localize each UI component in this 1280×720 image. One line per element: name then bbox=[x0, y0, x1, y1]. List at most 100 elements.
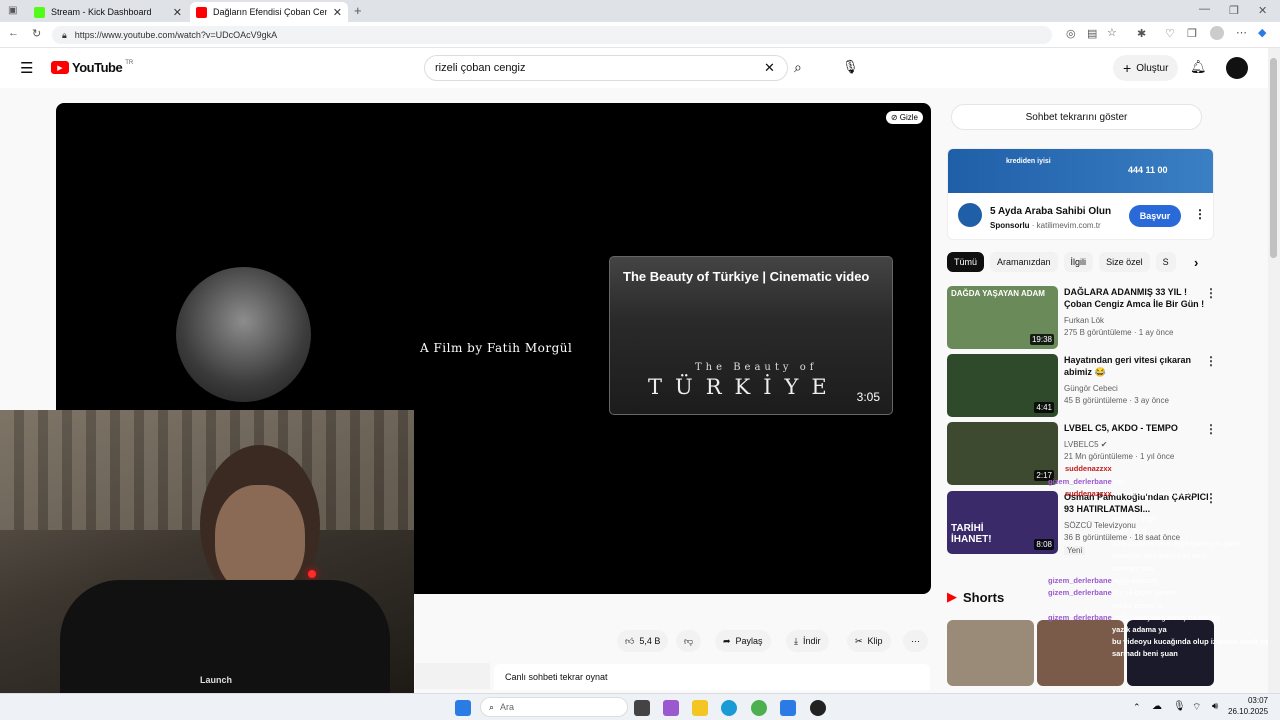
live-chat-replay-bar[interactable]: Canlı sohbeti tekrar oynat bbox=[494, 664, 930, 690]
chip-from-search[interactable]: Aramanızdan bbox=[990, 252, 1058, 272]
shorts-logo-icon: ▶ bbox=[947, 589, 957, 604]
like-button[interactable]: 👍︎ 5,4 B bbox=[617, 630, 669, 652]
related-video-item[interactable]: 4:41 Hayatından geri vitesi çıkaran abim… bbox=[947, 354, 1217, 418]
favorite-star-icon[interactable]: ☆ bbox=[1107, 26, 1117, 39]
extensions-puzzle-icon[interactable]: ✱ bbox=[1137, 27, 1146, 40]
end-card-subtitle: The Beauty of bbox=[695, 362, 818, 373]
browser-tab-bar: ▣ Stream - Kick Dashboard ✕ Dağların Efe… bbox=[0, 0, 1280, 22]
page-scrollbar[interactable] bbox=[1268, 48, 1280, 693]
clip-button[interactable]: ✂ Klip bbox=[847, 630, 891, 652]
chat-user: suddenazzxx bbox=[1065, 464, 1112, 473]
video-thumbnail[interactable]: 2:17 bbox=[947, 422, 1058, 485]
minimize-button[interactable]: — bbox=[1199, 3, 1210, 15]
back-icon[interactable]: ← bbox=[8, 27, 19, 39]
hide-endcard-button[interactable]: ⊘ Gizle bbox=[885, 111, 923, 124]
lock-icon: 🔒︎ bbox=[62, 29, 67, 40]
chat-user: gizem_derlerbane bbox=[1048, 576, 1112, 585]
share-button[interactable]: ➦ Paylaş bbox=[715, 630, 771, 652]
profile-avatar-icon[interactable] bbox=[1210, 26, 1224, 40]
notifications-bell-icon[interactable]: 🔔︎ bbox=[1190, 59, 1207, 75]
taskbar-search[interactable]: ⌕ Ara bbox=[480, 697, 628, 717]
ad-banner-image[interactable]: krediden iyisi 444 11 00 bbox=[948, 149, 1213, 193]
short-thumbnail[interactable] bbox=[947, 620, 1034, 686]
tab-youtube-video[interactable]: Dağların Efendisi Çoban Cengiz ✕ bbox=[190, 2, 348, 22]
app-icon[interactable] bbox=[751, 700, 767, 716]
copilot-icon[interactable]: ◆ bbox=[1258, 26, 1266, 39]
search-icon[interactable]: ⌕ bbox=[794, 59, 802, 76]
chip-all[interactable]: Tümü bbox=[947, 252, 985, 272]
youtube-play-logo-icon: ▶ bbox=[51, 61, 69, 74]
collections-icon[interactable]: ❐ bbox=[1187, 27, 1197, 40]
show-chat-replay-button[interactable]: Sohbet tekrarını göster bbox=[951, 104, 1202, 130]
create-button[interactable]: + Oluştur bbox=[1113, 55, 1179, 81]
chat-user: gizem_derlerbane bbox=[1048, 588, 1112, 597]
network-icon[interactable]: ☁︎ bbox=[1152, 701, 1162, 712]
clock[interactable]: 03:07 26.10.2025 bbox=[1228, 695, 1268, 717]
chips-next-chevron-icon[interactable]: › bbox=[1194, 255, 1198, 270]
video-menu-icon[interactable]: ⋮ bbox=[1205, 422, 1217, 436]
tab-actions-icon[interactable]: ▣ bbox=[8, 5, 17, 16]
edge-browser-icon[interactable] bbox=[721, 700, 737, 716]
channel-name[interactable]: Furkan Lök bbox=[1064, 316, 1104, 325]
video-title[interactable]: LVBEL C5, AKDO - TEMPO bbox=[1064, 422, 1209, 434]
hamburger-menu-icon[interactable]: ☰ bbox=[20, 59, 33, 77]
microphone-tray-icon[interactable]: 🎙︎ bbox=[1173, 701, 1186, 712]
clear-search-icon[interactable]: ✕ bbox=[764, 60, 775, 76]
start-button-icon[interactable] bbox=[455, 700, 471, 716]
streamer-face bbox=[215, 485, 305, 595]
scrollbar-thumb[interactable] bbox=[1270, 58, 1277, 258]
maximize-button[interactable]: ❐ bbox=[1229, 4, 1239, 17]
chat-line: gizem_derlerbane ayyy korkunç bbox=[1048, 576, 1158, 585]
end-screen-video-card[interactable]: The Beauty of Türkiye | Cinematic video … bbox=[609, 256, 893, 415]
headset-led bbox=[308, 570, 316, 578]
url-field[interactable]: 🔒︎ https://www.youtube.com/watch?v=UDcOA… bbox=[52, 26, 1052, 44]
volume-icon[interactable]: 🔊︎ bbox=[1212, 701, 1218, 712]
obs-icon[interactable] bbox=[810, 700, 826, 716]
task-view-icon[interactable] bbox=[634, 700, 650, 716]
video-thumbnail[interactable]: 4:41 bbox=[947, 354, 1058, 417]
chip-for-you[interactable]: Size özel bbox=[1099, 252, 1150, 272]
copilot-app-icon[interactable] bbox=[663, 700, 679, 716]
youtube-logo[interactable]: ▶ YouTube TR bbox=[51, 60, 133, 75]
store-icon[interactable] bbox=[780, 700, 796, 716]
sponsored-ad-card[interactable]: krediden iyisi 444 11 00 5 Ayda Araba Sa… bbox=[947, 148, 1214, 240]
related-video-item[interactable]: DAĞDA YAŞAYAN ADAM 19:38 DAĞLARA ADANMIŞ… bbox=[947, 286, 1217, 350]
file-explorer-icon[interactable] bbox=[692, 700, 708, 716]
chat-line: gizem_derlerbane hallüsinasyon görmüş de… bbox=[1048, 613, 1221, 622]
account-avatar[interactable] bbox=[1226, 57, 1248, 79]
channel-name[interactable]: Güngör Cebeci bbox=[1064, 384, 1118, 393]
close-tab-icon[interactable]: ✕ bbox=[173, 6, 182, 19]
more-actions-button[interactable]: ⋯ bbox=[903, 630, 928, 652]
ad-cta-button[interactable]: Başvur bbox=[1129, 205, 1181, 227]
close-tab-icon[interactable]: ✕ bbox=[333, 6, 342, 19]
wifi-icon[interactable]: ⌔ bbox=[1192, 701, 1201, 714]
video-menu-icon[interactable]: ⋮ bbox=[1205, 354, 1217, 368]
search-input[interactable]: rizeli çoban cengiz bbox=[424, 55, 788, 81]
ad-menu-icon[interactable]: ⋮ bbox=[1194, 207, 1206, 221]
address-bar-row: ← ↻ 🔒︎ https://www.youtube.com/watch?v=U… bbox=[0, 22, 1280, 48]
new-tab-button[interactable]: + bbox=[354, 3, 362, 18]
browser-essentials-icon[interactable]: ♡ bbox=[1165, 27, 1175, 40]
microphone-icon[interactable]: 🎙︎ bbox=[842, 59, 859, 75]
tab-kick-dashboard[interactable]: Stream - Kick Dashboard ✕ bbox=[28, 2, 188, 22]
video-title[interactable]: Hayatından geri vitesi çıkaran abimiz 😂 bbox=[1064, 354, 1209, 378]
video-menu-icon[interactable]: ⋮ bbox=[1205, 286, 1217, 300]
description-box[interactable] bbox=[415, 663, 490, 689]
video-thumbnail[interactable]: TARİHİ İHANET! 8:08 bbox=[947, 491, 1058, 554]
reader-icon[interactable]: ▤ bbox=[1087, 27, 1097, 40]
extension-icon[interactable]: ◎ bbox=[1066, 27, 1076, 40]
refresh-icon[interactable]: ↻ bbox=[32, 27, 41, 40]
tray-chevron-icon[interactable]: ⌃ bbox=[1133, 702, 1141, 713]
more-menu-icon[interactable]: ⋯ bbox=[1236, 26, 1247, 39]
download-button[interactable]: ⤓ İndir bbox=[786, 630, 829, 652]
dislike-button[interactable]: 👎︎ bbox=[676, 630, 702, 652]
video-title[interactable]: DAĞLARA ADANMIŞ 33 YIL ! Çoban Cengiz Am… bbox=[1064, 286, 1209, 310]
channel-name[interactable]: LVBELC5 ✔ bbox=[1064, 440, 1107, 449]
video-thumbnail[interactable]: DAĞDA YAŞAYAN ADAM 19:38 bbox=[947, 286, 1058, 349]
video-meta: 45 B görüntüleme · 3 ay önce bbox=[1064, 396, 1169, 405]
chip-more[interactable]: S bbox=[1155, 252, 1176, 272]
chip-related[interactable]: İlgili bbox=[1063, 252, 1094, 272]
close-window-button[interactable]: ✕ bbox=[1258, 4, 1267, 17]
sponsored-label: Sponsorlu bbox=[990, 221, 1030, 230]
chat-user: gizem_derlerbane bbox=[1048, 477, 1112, 486]
